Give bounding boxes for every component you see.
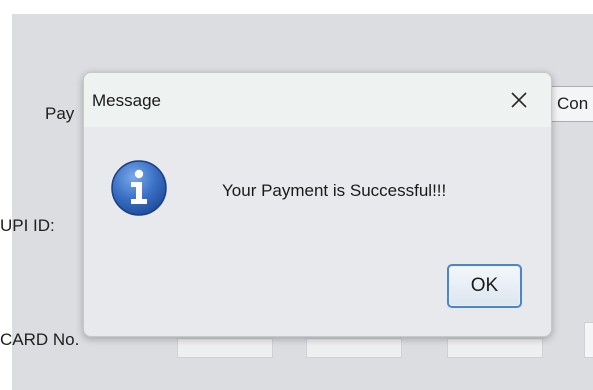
dialog-message: Your Payment is Successful!!!: [222, 181, 447, 200]
confirm-button[interactable]: Con: [548, 86, 593, 122]
close-button[interactable]: [487, 73, 551, 127]
dialog-titlebar[interactable]: Message: [84, 73, 551, 127]
ok-button[interactable]: OK: [447, 264, 522, 308]
card-number-field-2[interactable]: [306, 338, 402, 358]
payment-label: Pay: [45, 104, 75, 123]
card-number-field-3[interactable]: [447, 338, 543, 358]
card-number-field-4[interactable]: [584, 322, 593, 358]
message-dialog: Message Your Payment is Successful!!! OK: [83, 72, 552, 337]
close-icon: [511, 92, 527, 108]
card-number-field-1[interactable]: [177, 338, 273, 358]
info-icon: [111, 160, 167, 216]
upi-id-label: UPI ID:: [0, 216, 55, 235]
card-number-label: CARD No.: [0, 330, 80, 349]
dialog-title: Message: [92, 91, 161, 110]
